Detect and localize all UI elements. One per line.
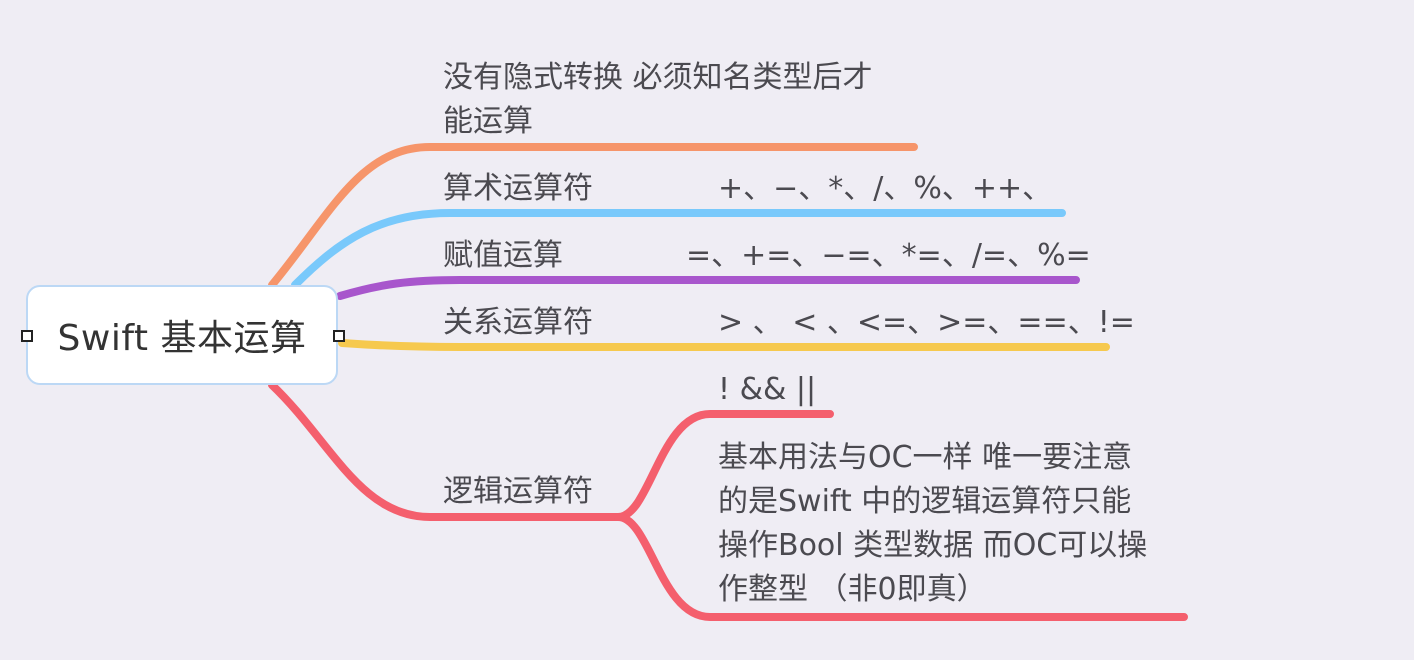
topic-logical[interactable]: 逻辑运算符 (443, 470, 593, 514)
logical-operators[interactable]: ! && || (718, 368, 816, 412)
note-line: 的是Swift 中的逻辑运算符只能 (718, 484, 1132, 519)
resize-handle-right[interactable] (333, 330, 345, 342)
relational-operators[interactable]: > 、 < 、<=、>=、==、!= (718, 301, 1135, 345)
connector-purple (336, 276, 1080, 300)
topic-line: 能运算 (443, 104, 533, 139)
assignment-operators[interactable]: =、+=、−=、*=、/=、%= (686, 234, 1091, 278)
topic-line: 没有隐式转换 必须知名类型后才 (443, 60, 873, 95)
logical-note[interactable]: 基本用法与OC一样 唯一要注意 的是Swift 中的逻辑运算符只能 操作Bool… (718, 436, 1188, 612)
note-line: 基本用法与OC一样 唯一要注意 (718, 440, 1133, 475)
note-line: 操作Bool 类型数据 而OC可以操 (718, 528, 1148, 563)
topic-relational[interactable]: 关系运算符 (443, 301, 593, 345)
mindmap-canvas: Swift 基本运算 没有隐式转换 必须知名类型后才 能运算 算术运算符 +、−… (0, 0, 1414, 660)
note-line: 作整型 （非0即真） (718, 572, 987, 607)
topic-implicit-conversion[interactable]: 没有隐式转换 必须知名类型后才 能运算 (443, 56, 913, 144)
root-title: Swift 基本运算 (57, 318, 307, 359)
arithmetic-operators[interactable]: +、−、*、/、%、++、 (718, 167, 1052, 211)
topic-assignment[interactable]: 赋值运算 (443, 234, 563, 278)
root-topic[interactable]: Swift 基本运算 (26, 285, 338, 385)
topic-arithmetic[interactable]: 算术运算符 (443, 167, 593, 211)
resize-handle-left[interactable] (21, 330, 33, 342)
